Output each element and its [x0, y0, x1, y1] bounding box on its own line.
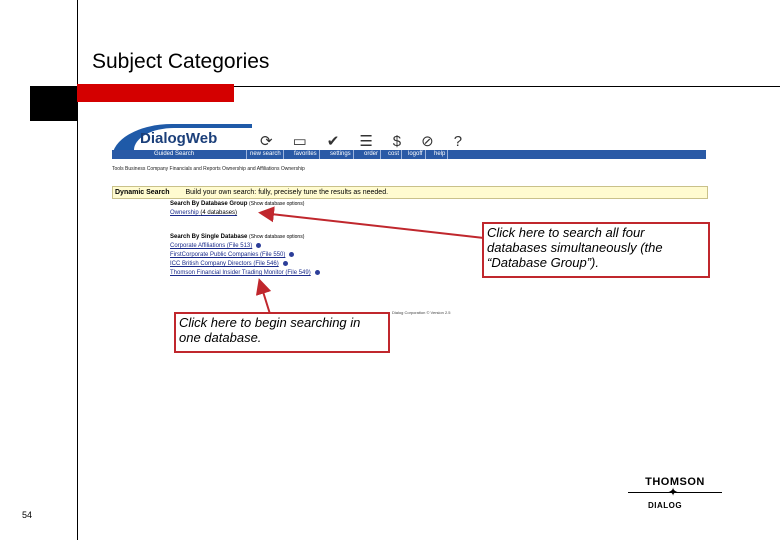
nav-order[interactable]: order: [362, 150, 382, 159]
nav-favorites[interactable]: favorites: [292, 150, 320, 159]
dynamic-search-label: Dynamic Search: [115, 189, 170, 196]
list-icon[interactable]: ☰: [359, 133, 392, 150]
dialogweb-screenshot: DialogWeb ⟳▭✔☰$⊘? Guided Search new sear…: [112, 124, 708, 318]
dollar-icon[interactable]: $: [393, 133, 421, 150]
callout-database-group: Click here to search all four databases …: [482, 222, 710, 278]
nav-guided-search[interactable]: Guided Search: [152, 150, 247, 159]
help-icon[interactable]: ?: [454, 133, 482, 150]
info-icon[interactable]: [282, 261, 288, 266]
slide-divider-vertical: [77, 0, 78, 540]
nav-logoff[interactable]: logoff: [406, 150, 426, 159]
nav-settings[interactable]: settings: [328, 150, 354, 159]
toolbar-icons: ⟳▭✔☰$⊘?: [260, 132, 482, 150]
slide-title: Subject Categories: [92, 50, 270, 73]
database-group-link[interactable]: Ownership (4 databases): [170, 210, 237, 216]
single-db-link[interactable]: Corporate Affiliations (File 513): [170, 243, 262, 249]
nav-new-search[interactable]: new search: [248, 150, 284, 159]
dynamic-search-desc: Build your own search: fully, precisely …: [185, 189, 389, 196]
callout-single-database: Click here to begin searching in one dat…: [174, 312, 390, 353]
single-db-link[interactable]: FirstCorporate Public Companies (File 55…: [170, 252, 295, 258]
dynamic-search-bar[interactable]: Dynamic Search Build your own search: fu…: [112, 186, 708, 199]
book-icon[interactable]: ▭: [293, 133, 327, 150]
thomson-dialog-logo: THOMSON ✦ DIALOG: [628, 476, 728, 516]
dialogweb-logo: DialogWeb: [140, 130, 218, 147]
accent-bar: [77, 84, 234, 102]
copyright-text: Dialog Corporation © Version 2.5: [392, 310, 451, 315]
nav-bar: Guided Search new search favorites setti…: [112, 150, 706, 159]
check-icon[interactable]: ✔: [327, 133, 360, 150]
refresh-icon[interactable]: ⟳: [260, 133, 293, 150]
decorative-block: [30, 86, 77, 121]
nav-help[interactable]: help: [432, 150, 449, 159]
logoff-icon[interactable]: ⊘: [421, 133, 454, 150]
page-number: 54: [22, 510, 33, 520]
category-tabs[interactable]: Tools Business Company Financials and Re…: [112, 166, 305, 172]
info-icon[interactable]: [314, 270, 320, 275]
single-section-heading: Search By Single Database (Show database…: [170, 234, 305, 240]
single-db-link[interactable]: Thomson Financial Insider Trading Monito…: [170, 270, 320, 276]
nav-cost[interactable]: cost: [386, 150, 403, 159]
info-icon[interactable]: [289, 252, 295, 257]
star-icon: ✦: [668, 485, 679, 499]
info-icon[interactable]: [256, 243, 262, 248]
single-db-link[interactable]: ICC British Company Directors (File 546): [170, 261, 288, 267]
logo-bottom-text: DIALOG: [648, 501, 683, 510]
group-section-heading: Search By Database Group (Show database …: [170, 201, 305, 207]
